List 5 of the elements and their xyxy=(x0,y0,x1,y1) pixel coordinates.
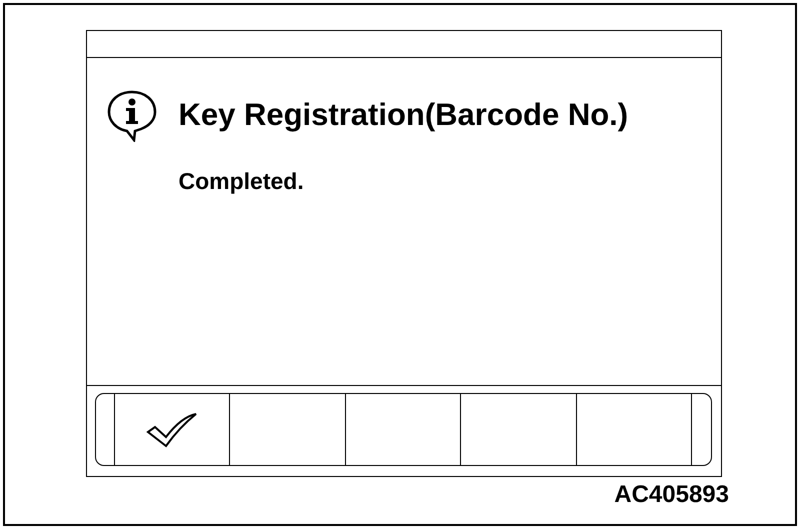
figure-code: AC405893 xyxy=(614,481,729,509)
dialog-message: Completed. xyxy=(178,168,305,195)
dialog-title: Key Registration(Barcode No.) xyxy=(178,97,628,133)
checkmark-icon xyxy=(146,412,198,448)
soft-key-button[interactable] xyxy=(576,394,692,465)
